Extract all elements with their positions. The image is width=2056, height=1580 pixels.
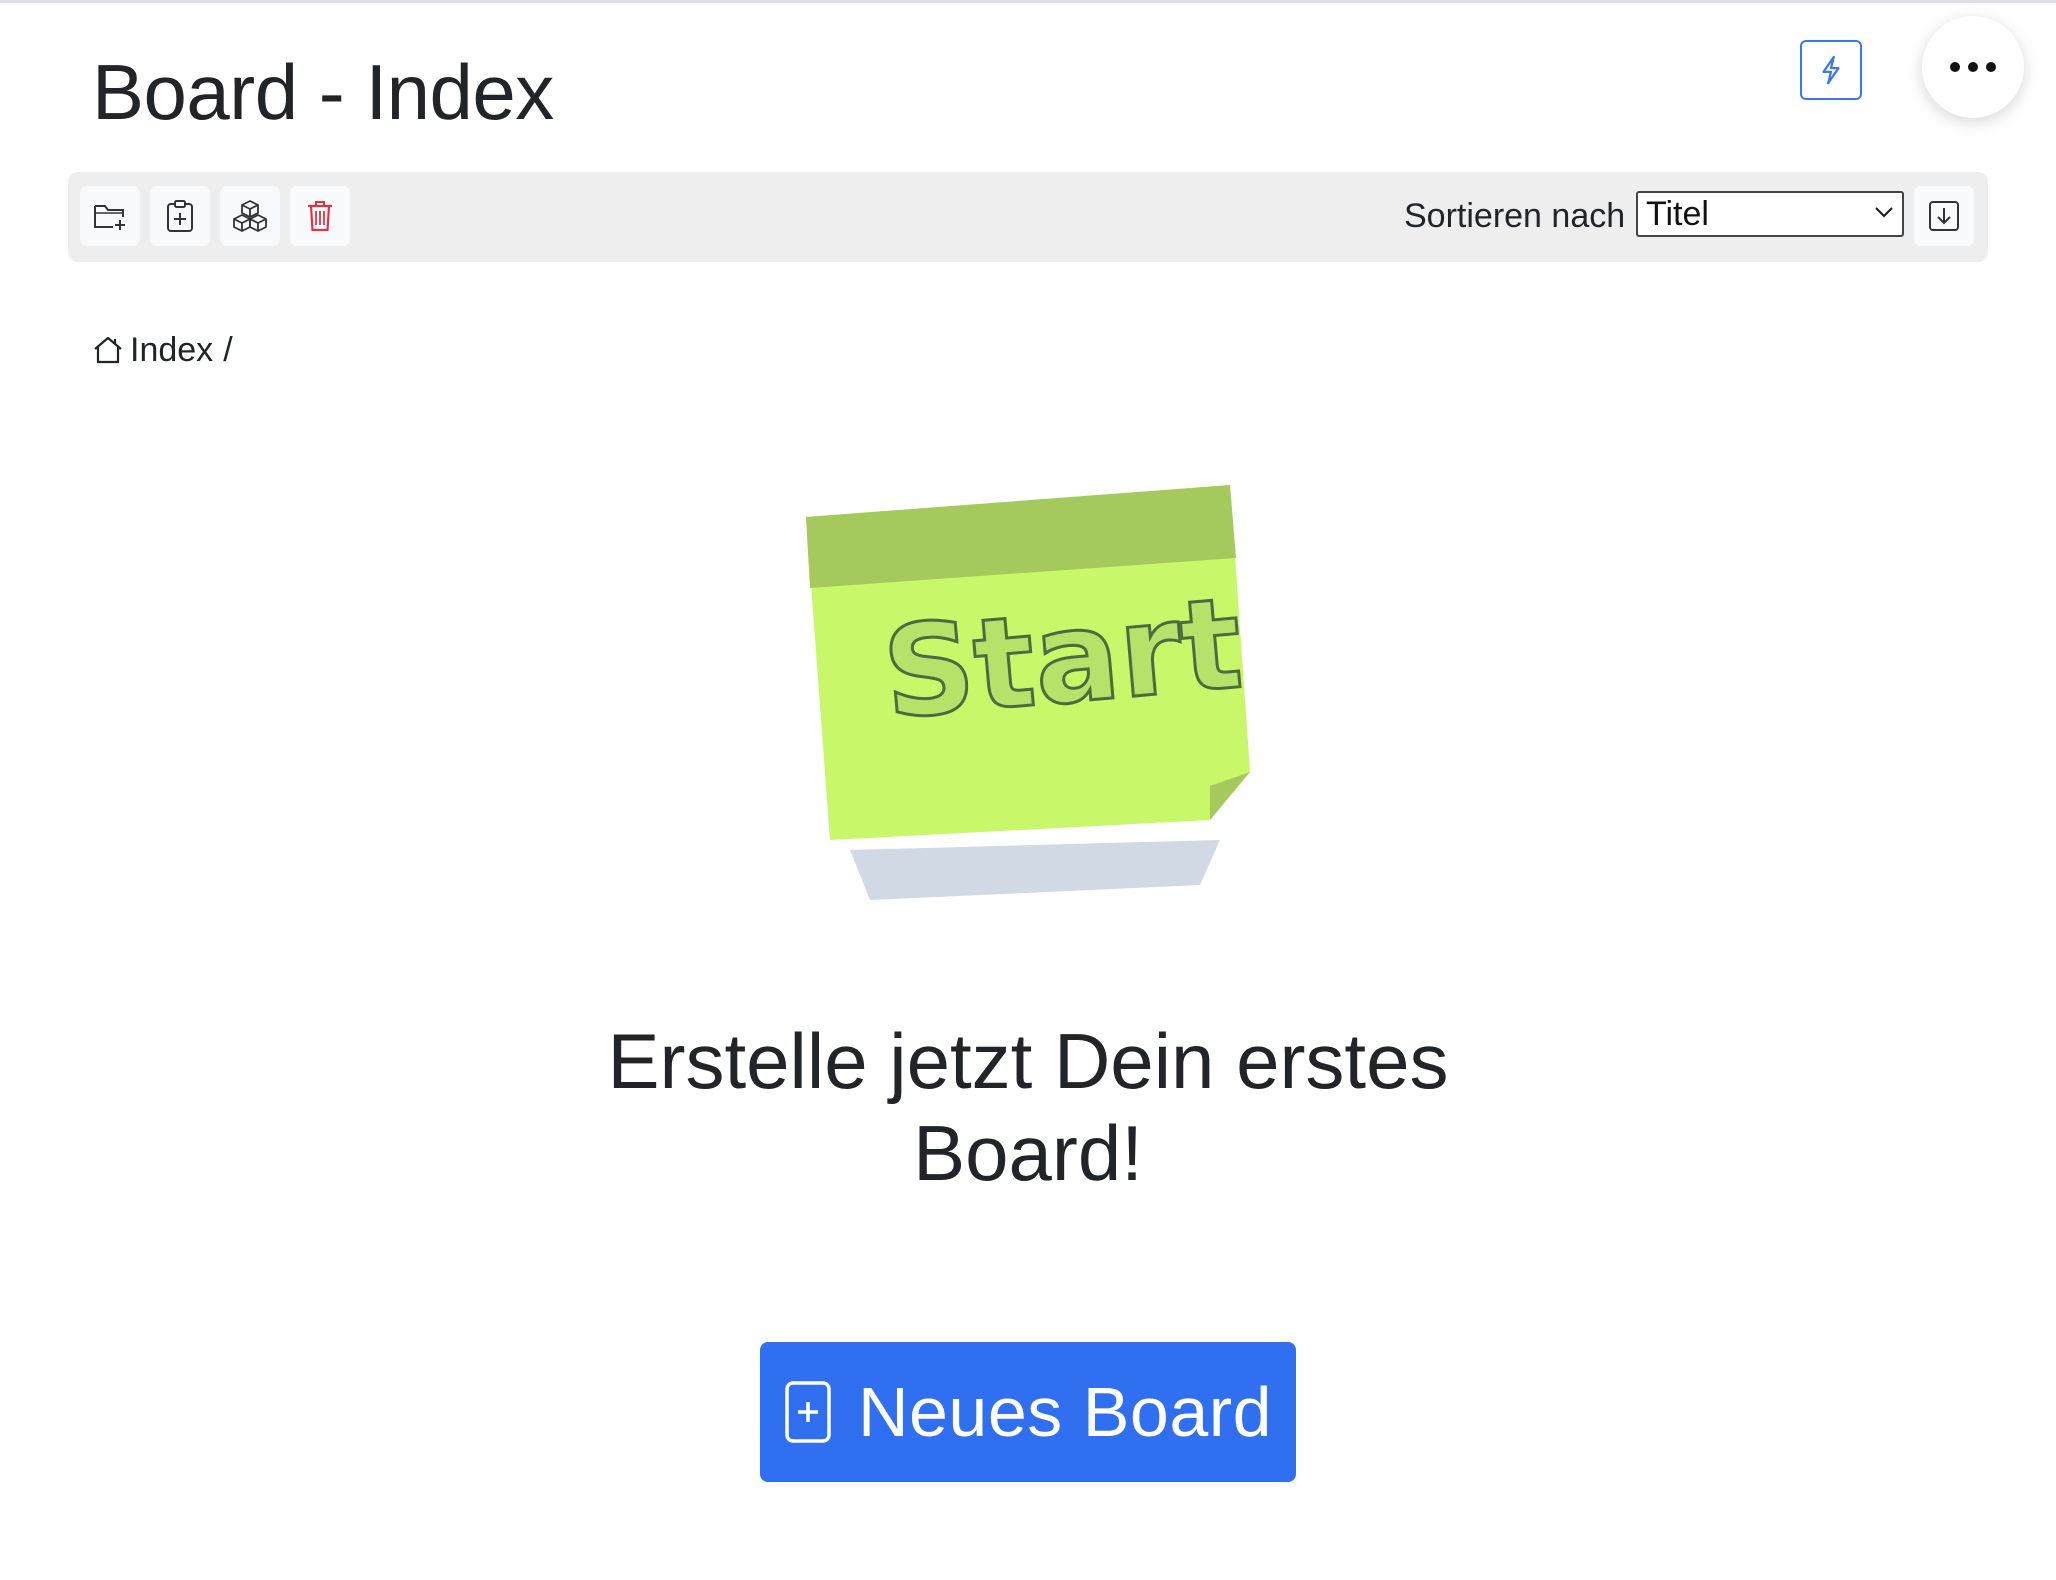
sticky-note-illustration: Start bbox=[806, 485, 1250, 900]
page-title: Board - Index bbox=[92, 48, 554, 136]
new-board-button[interactable]: Neues Board bbox=[760, 1342, 1296, 1482]
house-icon bbox=[94, 336, 122, 364]
empty-state-headline: Erstelle jetzt Dein erstes Board! bbox=[607, 1017, 1449, 1197]
new-board-button-label: Neues Board bbox=[857, 1373, 1273, 1451]
sort-select[interactable]: Titel bbox=[1636, 191, 1904, 237]
breadcrumb: Index / bbox=[92, 330, 233, 370]
quick-action-button[interactable] bbox=[1800, 40, 1862, 100]
breadcrumb-home[interactable] bbox=[92, 335, 124, 365]
arrow-down-square-icon bbox=[1929, 201, 1959, 231]
more-options-button[interactable] bbox=[1922, 16, 2024, 118]
sort-label: Sortieren nach bbox=[1404, 197, 1626, 235]
delete-button[interactable] bbox=[290, 186, 350, 246]
file-plus-icon bbox=[784, 1380, 832, 1444]
trash-icon bbox=[308, 201, 332, 232]
breadcrumb-separator: / bbox=[223, 331, 233, 369]
clipboard-plus-icon bbox=[167, 200, 193, 232]
templates-button[interactable] bbox=[220, 186, 280, 246]
lightning-icon bbox=[1822, 55, 1840, 85]
boxes-icon bbox=[233, 200, 267, 232]
top-border bbox=[0, 0, 2056, 3]
ellipsis-icon bbox=[1950, 62, 1996, 72]
sort-direction-button[interactable] bbox=[1914, 186, 1974, 246]
illustration-text: Start bbox=[878, 570, 1248, 748]
new-board-toolbar-button[interactable] bbox=[150, 186, 210, 246]
sort-select-value: Titel bbox=[1646, 194, 1709, 233]
chevron-down-icon bbox=[1875, 207, 1893, 218]
new-folder-button[interactable] bbox=[80, 186, 140, 246]
breadcrumb-item-index[interactable]: Index bbox=[130, 330, 213, 370]
toolbar: Sortieren nach Titel bbox=[68, 172, 1988, 262]
folder-plus-icon bbox=[94, 205, 125, 230]
